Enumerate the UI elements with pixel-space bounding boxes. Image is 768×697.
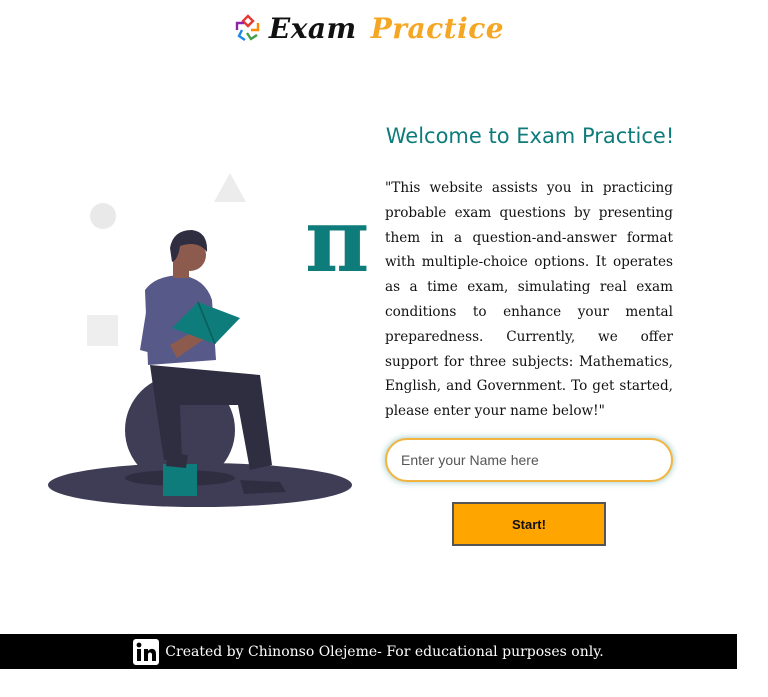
start-button[interactable]: Start! [452, 502, 606, 546]
site-header: Exam Practice [0, 0, 737, 56]
square-shape [87, 315, 118, 346]
brand-logo[interactable]: Exam Practice [233, 12, 504, 45]
page-title: Welcome to Exam Practice! [385, 124, 675, 148]
intro-paragraph: "This website assists you in practicing … [385, 180, 673, 420]
teal-block [163, 464, 197, 496]
triangle-shape [214, 173, 246, 202]
footer-credit-text: Created by Chinonso Olejeme- For educati… [165, 643, 604, 660]
pi-symbol-icon: π [305, 188, 369, 292]
name-input[interactable] [385, 438, 673, 482]
brand-word-exam: Exam [268, 11, 357, 45]
linkedin-icon[interactable] [133, 638, 160, 665]
colorful-knot-logo-icon [235, 14, 260, 41]
circle-shape [90, 203, 116, 229]
site-footer: Created by Chinonso Olejeme- For educati… [0, 634, 737, 669]
person-reading-illustration: π [48, 173, 369, 507]
brand-word-practice: Practice [370, 11, 505, 45]
